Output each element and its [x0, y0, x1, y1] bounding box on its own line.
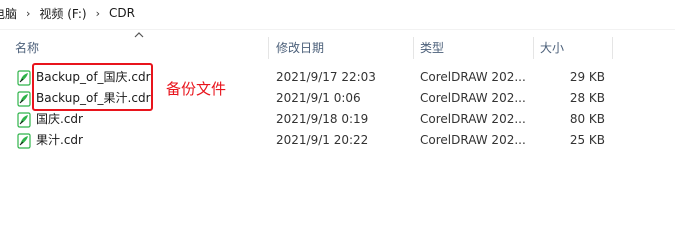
backup-highlight-box: [32, 63, 153, 111]
coreldraw-file-icon: [17, 70, 31, 86]
breadcrumb-item-computer[interactable]: 电脑: [0, 5, 17, 22]
file-row[interactable]: 果汁.cdr 2021/9/1 20:22 CorelDRAW 202... 2…: [0, 130, 615, 151]
file-type: CorelDRAW 202...: [420, 133, 526, 147]
file-row[interactable]: 国庆.cdr 2021/9/18 0:19 CorelDRAW 202... 8…: [0, 109, 615, 130]
column-header-size[interactable]: 大小: [540, 37, 564, 59]
breadcrumb-item-folder[interactable]: CDR: [109, 6, 135, 20]
file-size: 25 KB: [569, 133, 605, 147]
backup-annotation-label: 备份文件: [166, 80, 227, 98]
column-header-name[interactable]: 名称: [15, 37, 39, 59]
column-header-date[interactable]: 修改日期: [276, 37, 324, 59]
coreldraw-file-icon: [17, 91, 31, 107]
coreldraw-file-icon: [17, 133, 31, 149]
file-date: 2021/9/1 0:06: [276, 91, 361, 105]
breadcrumb-divider: [0, 29, 675, 30]
column-resize-handle[interactable]: [413, 37, 414, 59]
file-size: 28 KB: [569, 91, 605, 105]
file-size: 29 KB: [569, 70, 605, 84]
chevron-right-icon[interactable]: ›: [96, 7, 100, 20]
coreldraw-file-icon: [17, 112, 31, 128]
breadcrumb-item-drive[interactable]: 视频 (F:): [39, 5, 86, 22]
file-name[interactable]: 国庆.cdr: [36, 109, 83, 130]
column-header-row: 名称 修改日期 类型 大小: [0, 37, 675, 59]
breadcrumb: 电脑 › 视频 (F:) › CDR: [0, 0, 675, 26]
file-type: CorelDRAW 202...: [420, 91, 526, 105]
file-date: 2021/9/18 0:19: [276, 112, 369, 126]
file-type: CorelDRAW 202...: [420, 70, 526, 84]
chevron-right-icon[interactable]: ›: [26, 7, 30, 20]
file-type: CorelDRAW 202...: [420, 112, 526, 126]
column-resize-handle[interactable]: [612, 37, 613, 59]
file-size: 80 KB: [569, 112, 605, 126]
file-date: 2021/9/17 22:03: [276, 70, 376, 84]
file-date: 2021/9/1 20:22: [276, 133, 369, 147]
file-name[interactable]: 果汁.cdr: [36, 130, 83, 151]
column-resize-handle[interactable]: [268, 37, 269, 59]
column-resize-handle[interactable]: [533, 37, 534, 59]
column-header-type[interactable]: 类型: [420, 37, 444, 59]
